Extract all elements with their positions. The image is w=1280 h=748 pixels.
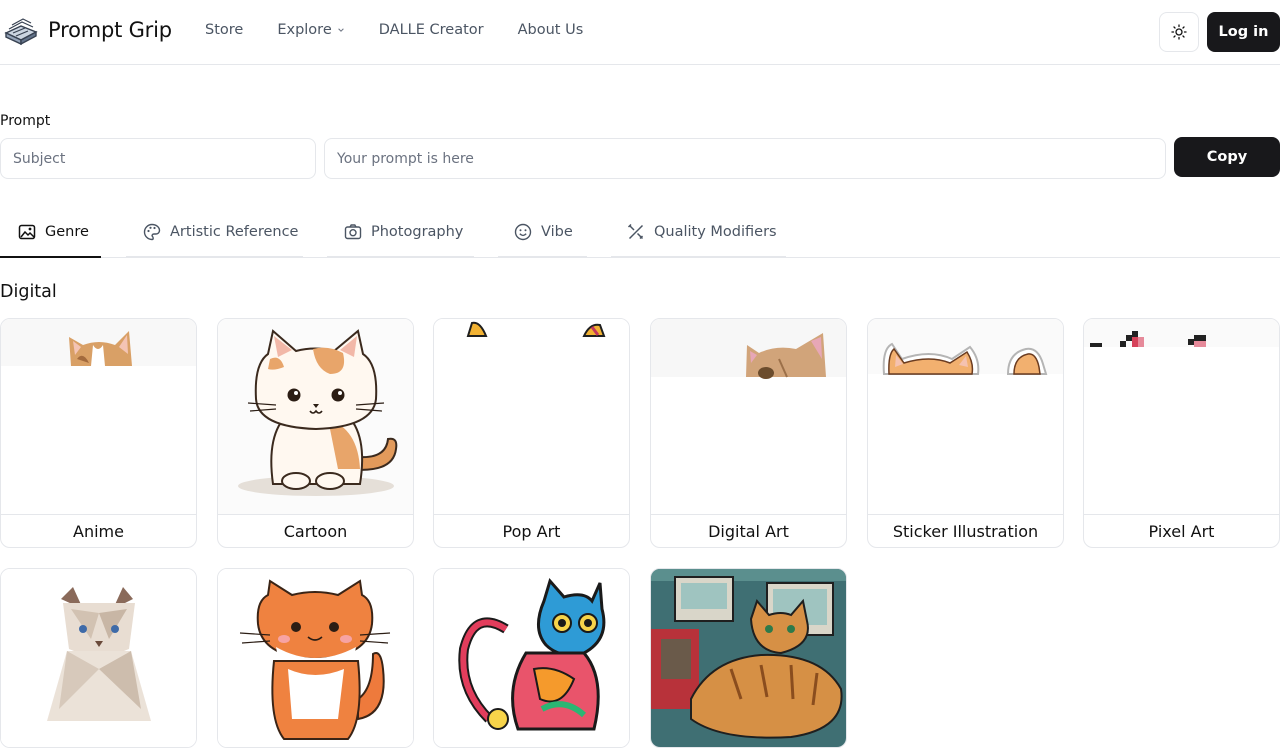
card-image [1, 569, 196, 747]
section-title: Digital [0, 282, 57, 302]
category-tabs: Genre Artistic Reference Photography Vib… [0, 207, 1280, 258]
card-image [868, 319, 1063, 514]
palette-icon [142, 222, 162, 242]
tab-vibe-label: Vibe [541, 224, 573, 240]
nav-dalle-creator[interactable]: DALLE Creator [379, 22, 484, 38]
nav-store[interactable]: Store [205, 22, 243, 38]
card-label: Pixel Art [1084, 514, 1279, 547]
style-card-abstract-cat[interactable] [433, 568, 630, 748]
card-label: Sticker Illustration [868, 514, 1063, 547]
tab-genre[interactable]: Genre [0, 207, 101, 258]
nav-store-label: Store [205, 22, 244, 38]
nav-explore[interactable]: Explore [277, 22, 344, 38]
chevron-down-icon [337, 28, 344, 32]
card-label: Anime [1, 514, 196, 547]
prompt-input[interactable] [324, 138, 1166, 179]
tab-artistic-reference[interactable]: Artistic Reference [126, 207, 303, 258]
subject-input[interactable] [0, 138, 316, 179]
prompt-label: Prompt [0, 113, 51, 129]
style-card-cartoon[interactable]: Cartoon [217, 318, 414, 548]
style-card-cute-cat[interactable] [217, 568, 414, 748]
card-image [651, 319, 846, 514]
card-label: Cartoon [218, 514, 413, 547]
tab-vibe[interactable]: Vibe [498, 207, 587, 258]
style-card-sticker-illustration[interactable]: Sticker Illustration [867, 318, 1064, 548]
logo-icon[interactable] [3, 16, 39, 48]
card-label: Digital Art [651, 514, 846, 547]
style-card-digital-art[interactable]: Digital Art [650, 318, 847, 548]
style-card-pop-art[interactable]: Pop Art [433, 318, 630, 548]
card-image [218, 319, 413, 514]
sun-icon [1171, 24, 1187, 40]
tab-underline [0, 256, 101, 258]
genre-image-icon [17, 222, 37, 242]
card-label: Pop Art [434, 514, 629, 547]
card-image [218, 569, 413, 747]
login-button[interactable]: Log in [1207, 12, 1280, 52]
camera-icon [343, 222, 363, 242]
copy-button[interactable]: Copy [1174, 137, 1280, 177]
theme-toggle-button[interactable] [1159, 12, 1199, 52]
tools-icon [626, 222, 646, 242]
style-card-comic-cat[interactable] [650, 568, 847, 748]
style-card-anime[interactable]: Anime [0, 318, 197, 548]
nav-about-us-label: About Us [517, 22, 584, 38]
card-image [434, 569, 629, 747]
style-card-pixel-art[interactable]: Pixel Art [1083, 318, 1280, 548]
main-nav: Store Explore DALLE Creator About Us [205, 22, 617, 38]
tab-underline [126, 256, 303, 258]
smiley-icon [513, 222, 533, 242]
tab-genre-label: Genre [45, 224, 89, 240]
tab-underline [498, 256, 587, 258]
top-navbar: Prompt Grip Store Explore DALLE Creator … [0, 0, 1280, 65]
card-image [1084, 319, 1279, 514]
tab-quality-modifiers[interactable]: Quality Modifiers [611, 207, 786, 258]
tab-quality-modifiers-label: Quality Modifiers [654, 224, 777, 240]
brand-name[interactable]: Prompt Grip [48, 18, 172, 42]
card-image [434, 319, 629, 514]
card-image [651, 569, 846, 747]
nav-dalle-creator-label: DALLE Creator [378, 22, 484, 38]
tab-underline [327, 256, 474, 258]
tab-underline [611, 256, 786, 258]
tab-artistic-reference-label: Artistic Reference [170, 224, 299, 240]
tab-photography[interactable]: Photography [327, 207, 474, 258]
tab-photography-label: Photography [371, 224, 464, 240]
card-image [1, 319, 196, 514]
style-card-low-poly[interactable] [0, 568, 197, 748]
nav-explore-label: Explore [277, 22, 332, 38]
nav-about-us[interactable]: About Us [518, 22, 584, 38]
